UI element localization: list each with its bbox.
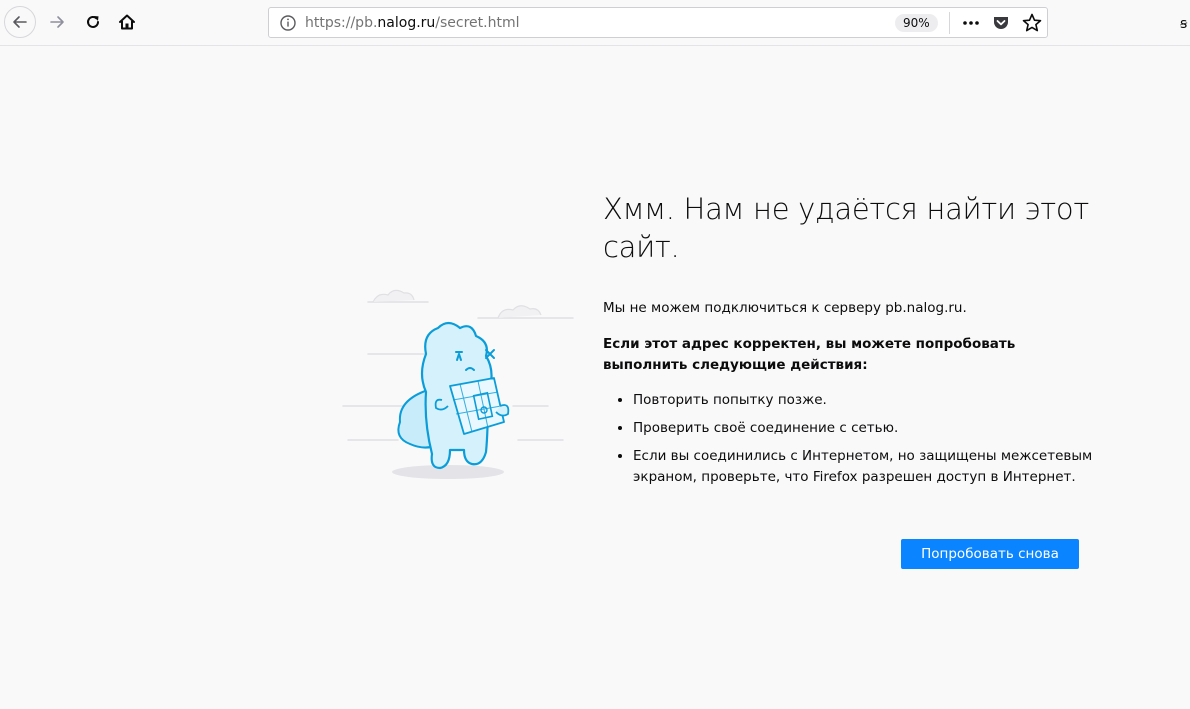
suggestion-item: Если вы соединились с Интернетом, но защ… — [633, 446, 1093, 488]
pocket-icon[interactable] — [991, 13, 1011, 33]
forward-button[interactable] — [41, 6, 73, 38]
browser-toolbar: https://pb.nalog.ru/secret.html 90% ꞩ — [0, 0, 1190, 46]
suggestion-intro: Если этот адрес корректен, вы можете поп… — [603, 336, 1016, 373]
home-button[interactable] — [111, 6, 143, 38]
url-text[interactable]: https://pb.nalog.ru/secret.html — [305, 15, 520, 31]
url-domain: nalog.ru — [377, 15, 436, 31]
suggestion-item: Проверить своё соединение с сетью. — [633, 418, 1093, 439]
home-icon — [119, 14, 135, 30]
suggestion-item: Повторить попытку позже. — [633, 390, 1093, 411]
back-arrow-icon — [13, 16, 27, 28]
url-prefix: https://pb. — [305, 15, 378, 31]
toolbar-overflow-glyph[interactable]: ꞩ — [1180, 16, 1187, 32]
reload-icon — [87, 15, 99, 28]
error-title: Хмм. Нам не удаётся найти этот сайт. — [603, 192, 1089, 264]
reload-button[interactable] — [77, 6, 109, 38]
forward-arrow-icon — [50, 16, 64, 28]
url-bar[interactable]: https://pb.nalog.ru/secret.html 90% — [268, 7, 1048, 38]
url-separator — [949, 12, 950, 34]
bookmark-star-icon[interactable] — [1021, 12, 1043, 34]
lost-creature-illustration — [342, 289, 574, 479]
info-icon[interactable] — [279, 14, 297, 32]
zoom-badge[interactable]: 90% — [895, 14, 938, 32]
url-path: /secret.html — [435, 15, 520, 31]
back-button[interactable] — [4, 6, 36, 38]
error-description: Мы не можем подключиться к серверу pb.na… — [603, 300, 967, 316]
try-again-button[interactable]: Попробовать снова — [901, 539, 1079, 569]
error-content: Хмм. Нам не удаётся найти этот сайт. Мы … — [603, 190, 1093, 495]
page-actions-icon[interactable] — [961, 13, 981, 33]
suggestion-list: Повторить попытку позже. Проверить своё … — [603, 390, 1093, 488]
